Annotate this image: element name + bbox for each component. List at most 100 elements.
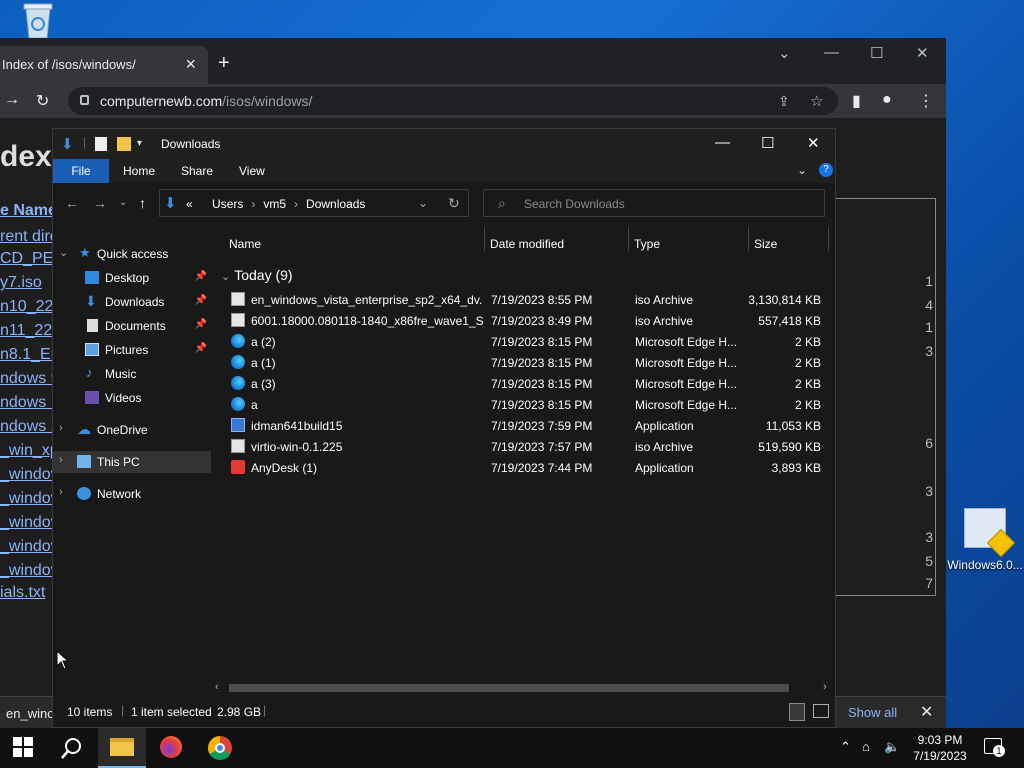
dir-link[interactable]: CD_PE <box>0 250 53 268</box>
dir-link[interactable]: ials.txt <box>0 584 45 602</box>
network-tray-icon[interactable]: ⌂ <box>862 739 870 754</box>
group-header[interactable]: ⌄ Today (9) <box>221 267 293 283</box>
notifications-icon[interactable]: 1 <box>984 738 1005 757</box>
download-item[interactable]: en_winc <box>6 706 54 721</box>
ribbon-tab-view[interactable]: View <box>239 164 265 178</box>
column-header-type[interactable]: Type <box>634 237 660 251</box>
nav-item-music[interactable]: ♪ Music <box>53 363 211 385</box>
volume-muted-icon[interactable]: 🔈 <box>884 739 900 755</box>
horizontal-scrollbar[interactable]: ‹ › <box>211 681 835 695</box>
bookmark-star-icon[interactable]: ☆ <box>810 92 823 110</box>
nav-item-pictures[interactable]: Pictures 📌 <box>53 339 211 361</box>
scroll-right-icon[interactable]: › <box>823 681 827 693</box>
forward-icon[interactable]: → <box>93 195 107 211</box>
file-row[interactable]: virtio-win-0.1.225 7/19/2023 7:57 PM iso… <box>227 436 827 457</box>
nav-item-desktop[interactable]: Desktop 📌 <box>53 267 211 289</box>
dir-link[interactable]: n8.1_Er <box>0 346 56 364</box>
download-shelf-close-icon[interactable]: ✕ <box>920 702 933 722</box>
tab-close-icon[interactable]: × <box>185 54 196 75</box>
address-bar[interactable]: computernewb.com/isos/windows/ ⇪ ☆ <box>68 87 838 115</box>
show-all-link[interactable]: Show all <box>848 705 897 720</box>
taskbar-chrome[interactable] <box>208 736 232 760</box>
nav-item-documents[interactable]: Documents 📌 <box>53 315 211 337</box>
column-divider[interactable] <box>748 227 749 251</box>
column-divider[interactable] <box>484 227 485 251</box>
recent-locations-icon[interactable]: ⌄ <box>119 197 127 208</box>
dir-link[interactable]: _windov <box>0 490 59 508</box>
file-row[interactable]: a 7/19/2023 8:15 PM Microsoft Edge H... … <box>227 394 827 415</box>
refresh-icon[interactable]: ↻ <box>448 195 460 212</box>
recycle-bin-icon[interactable] <box>18 0 62 40</box>
ribbon-expand-icon[interactable]: ⌄ <box>797 163 807 177</box>
nav-quick-access[interactable]: ⌄ ★ Quick access <box>53 243 211 265</box>
column-divider[interactable] <box>628 227 629 251</box>
minimize-icon[interactable]: — <box>715 134 730 151</box>
file-row[interactable]: en_windows_vista_enterprise_sp2_x64_dv..… <box>227 289 827 310</box>
scroll-left-icon[interactable]: ‹ <box>215 681 219 693</box>
close-icon[interactable]: ✕ <box>807 134 820 152</box>
quick-access-dropdown-icon[interactable]: ▾ <box>137 138 142 154</box>
nav-network[interactable]: › Network <box>53 483 211 505</box>
details-view-icon[interactable] <box>789 703 805 721</box>
clock[interactable]: 9:03 PM 7/19/2023 <box>906 732 974 764</box>
minimize-icon[interactable]: — <box>824 44 839 61</box>
chevron-down-icon[interactable]: ⌄ <box>221 271 230 283</box>
taskbar-firefox[interactable] <box>160 736 184 760</box>
desktop-shortcut-windows[interactable]: Windows6.0... <box>946 508 1024 574</box>
scrollbar-thumb[interactable] <box>229 684 789 692</box>
dir-link[interactable]: n11_22I <box>0 322 57 340</box>
help-icon[interactable]: ? <box>819 163 833 177</box>
download-arrow-icon[interactable]: ⬇ <box>61 135 74 153</box>
column-header-date[interactable]: Date modified <box>490 237 564 251</box>
breadcrumb-vm5[interactable]: vm5 <box>263 197 286 211</box>
dir-link[interactable]: _windov <box>0 466 59 484</box>
dir-link[interactable]: _win_xp <box>0 442 59 460</box>
dir-link[interactable]: _windov <box>0 562 59 580</box>
reload-icon[interactable]: ↻ <box>36 91 49 111</box>
breadcrumb-downloads[interactable]: Downloads <box>306 197 365 211</box>
nav-this-pc[interactable]: › This PC <box>53 451 211 473</box>
file-row[interactable]: AnyDesk (1) 7/19/2023 7:44 PM Applicatio… <box>227 457 827 478</box>
maximize-icon[interactable]: ☐ <box>870 44 883 62</box>
dir-link[interactable]: _windov <box>0 538 59 556</box>
search-box[interactable]: ⌕ Search Downloads <box>483 189 825 217</box>
ribbon-tab-file[interactable]: File <box>53 159 109 183</box>
side-panel-icon[interactable]: ▮ <box>852 91 861 111</box>
new-tab-button[interactable]: + <box>218 52 230 75</box>
chevron-down-icon[interactable]: ⌄ <box>59 246 68 259</box>
column-header-size[interactable]: Size <box>754 237 777 251</box>
chevron-right-icon[interactable]: › <box>59 486 63 498</box>
dir-link[interactable]: n10_22I <box>0 298 58 316</box>
dir-link[interactable]: ndows 9 <box>0 370 60 388</box>
taskbar-file-explorer[interactable] <box>98 728 146 768</box>
menu-icon[interactable]: ⋮ <box>918 91 934 111</box>
new-folder-icon[interactable] <box>117 137 131 151</box>
column-header-name[interactable]: Name <box>229 237 261 251</box>
large-icons-view-icon[interactable] <box>813 704 829 718</box>
maximize-icon[interactable]: ☐ <box>761 134 774 152</box>
column-divider[interactable] <box>828 227 829 251</box>
nav-item-downloads[interactable]: ⬇ Downloads 📌 <box>53 291 211 313</box>
start-button[interactable] <box>12 736 36 760</box>
profile-icon[interactable]: ● <box>882 91 892 109</box>
file-row[interactable]: a (2) 7/19/2023 8:15 PM Microsoft Edge H… <box>227 331 827 352</box>
back-icon[interactable]: ← <box>65 195 79 211</box>
show-hidden-icons-icon[interactable]: ⌃ <box>840 739 851 755</box>
share-icon[interactable]: ⇪ <box>778 93 790 110</box>
address-dropdown-icon[interactable]: ⌄ <box>418 196 428 210</box>
file-row[interactable]: a (1) 7/19/2023 8:15 PM Microsoft Edge H… <box>227 352 827 373</box>
ribbon-tab-home[interactable]: Home <box>123 164 155 178</box>
chevron-right-icon[interactable]: › <box>59 422 63 434</box>
dir-link[interactable]: rent dire <box>0 228 59 246</box>
nav-onedrive[interactable]: › ☁ OneDrive <box>53 419 211 441</box>
ribbon-tab-share[interactable]: Share <box>181 164 213 178</box>
up-icon[interactable]: ↑ <box>139 195 146 211</box>
file-row[interactable]: idman641build15 7/19/2023 7:59 PM Applic… <box>227 415 827 436</box>
search-button[interactable] <box>60 736 84 760</box>
close-icon[interactable]: ✕ <box>916 44 929 62</box>
address-bar[interactable]: ⬇ « Users › vm5 › Downloads ⌄ ↻ <box>159 189 469 217</box>
dir-link[interactable]: y7.iso <box>0 274 42 292</box>
file-row[interactable]: 6001.18000.080118-1840_x86fre_wave1_Se..… <box>227 310 827 331</box>
chevron-right-icon[interactable]: › <box>59 454 63 466</box>
column-header-link[interactable]: e Name <box>0 202 57 220</box>
